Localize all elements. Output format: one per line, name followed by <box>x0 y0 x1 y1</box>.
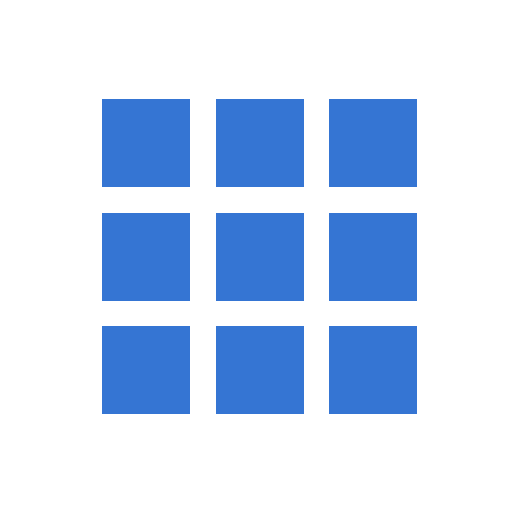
icon-canvas <box>0 0 512 512</box>
grid-cell <box>102 212 190 301</box>
grid-cell <box>329 99 417 187</box>
grid-cell <box>102 99 190 187</box>
grid-cell <box>329 326 417 414</box>
grid-cell <box>329 212 417 301</box>
grid-cell <box>215 326 304 414</box>
grid-cell <box>215 99 304 187</box>
grid-cell <box>215 212 304 301</box>
grid-cell <box>102 326 190 414</box>
app-grid-icon[interactable] <box>102 99 417 414</box>
